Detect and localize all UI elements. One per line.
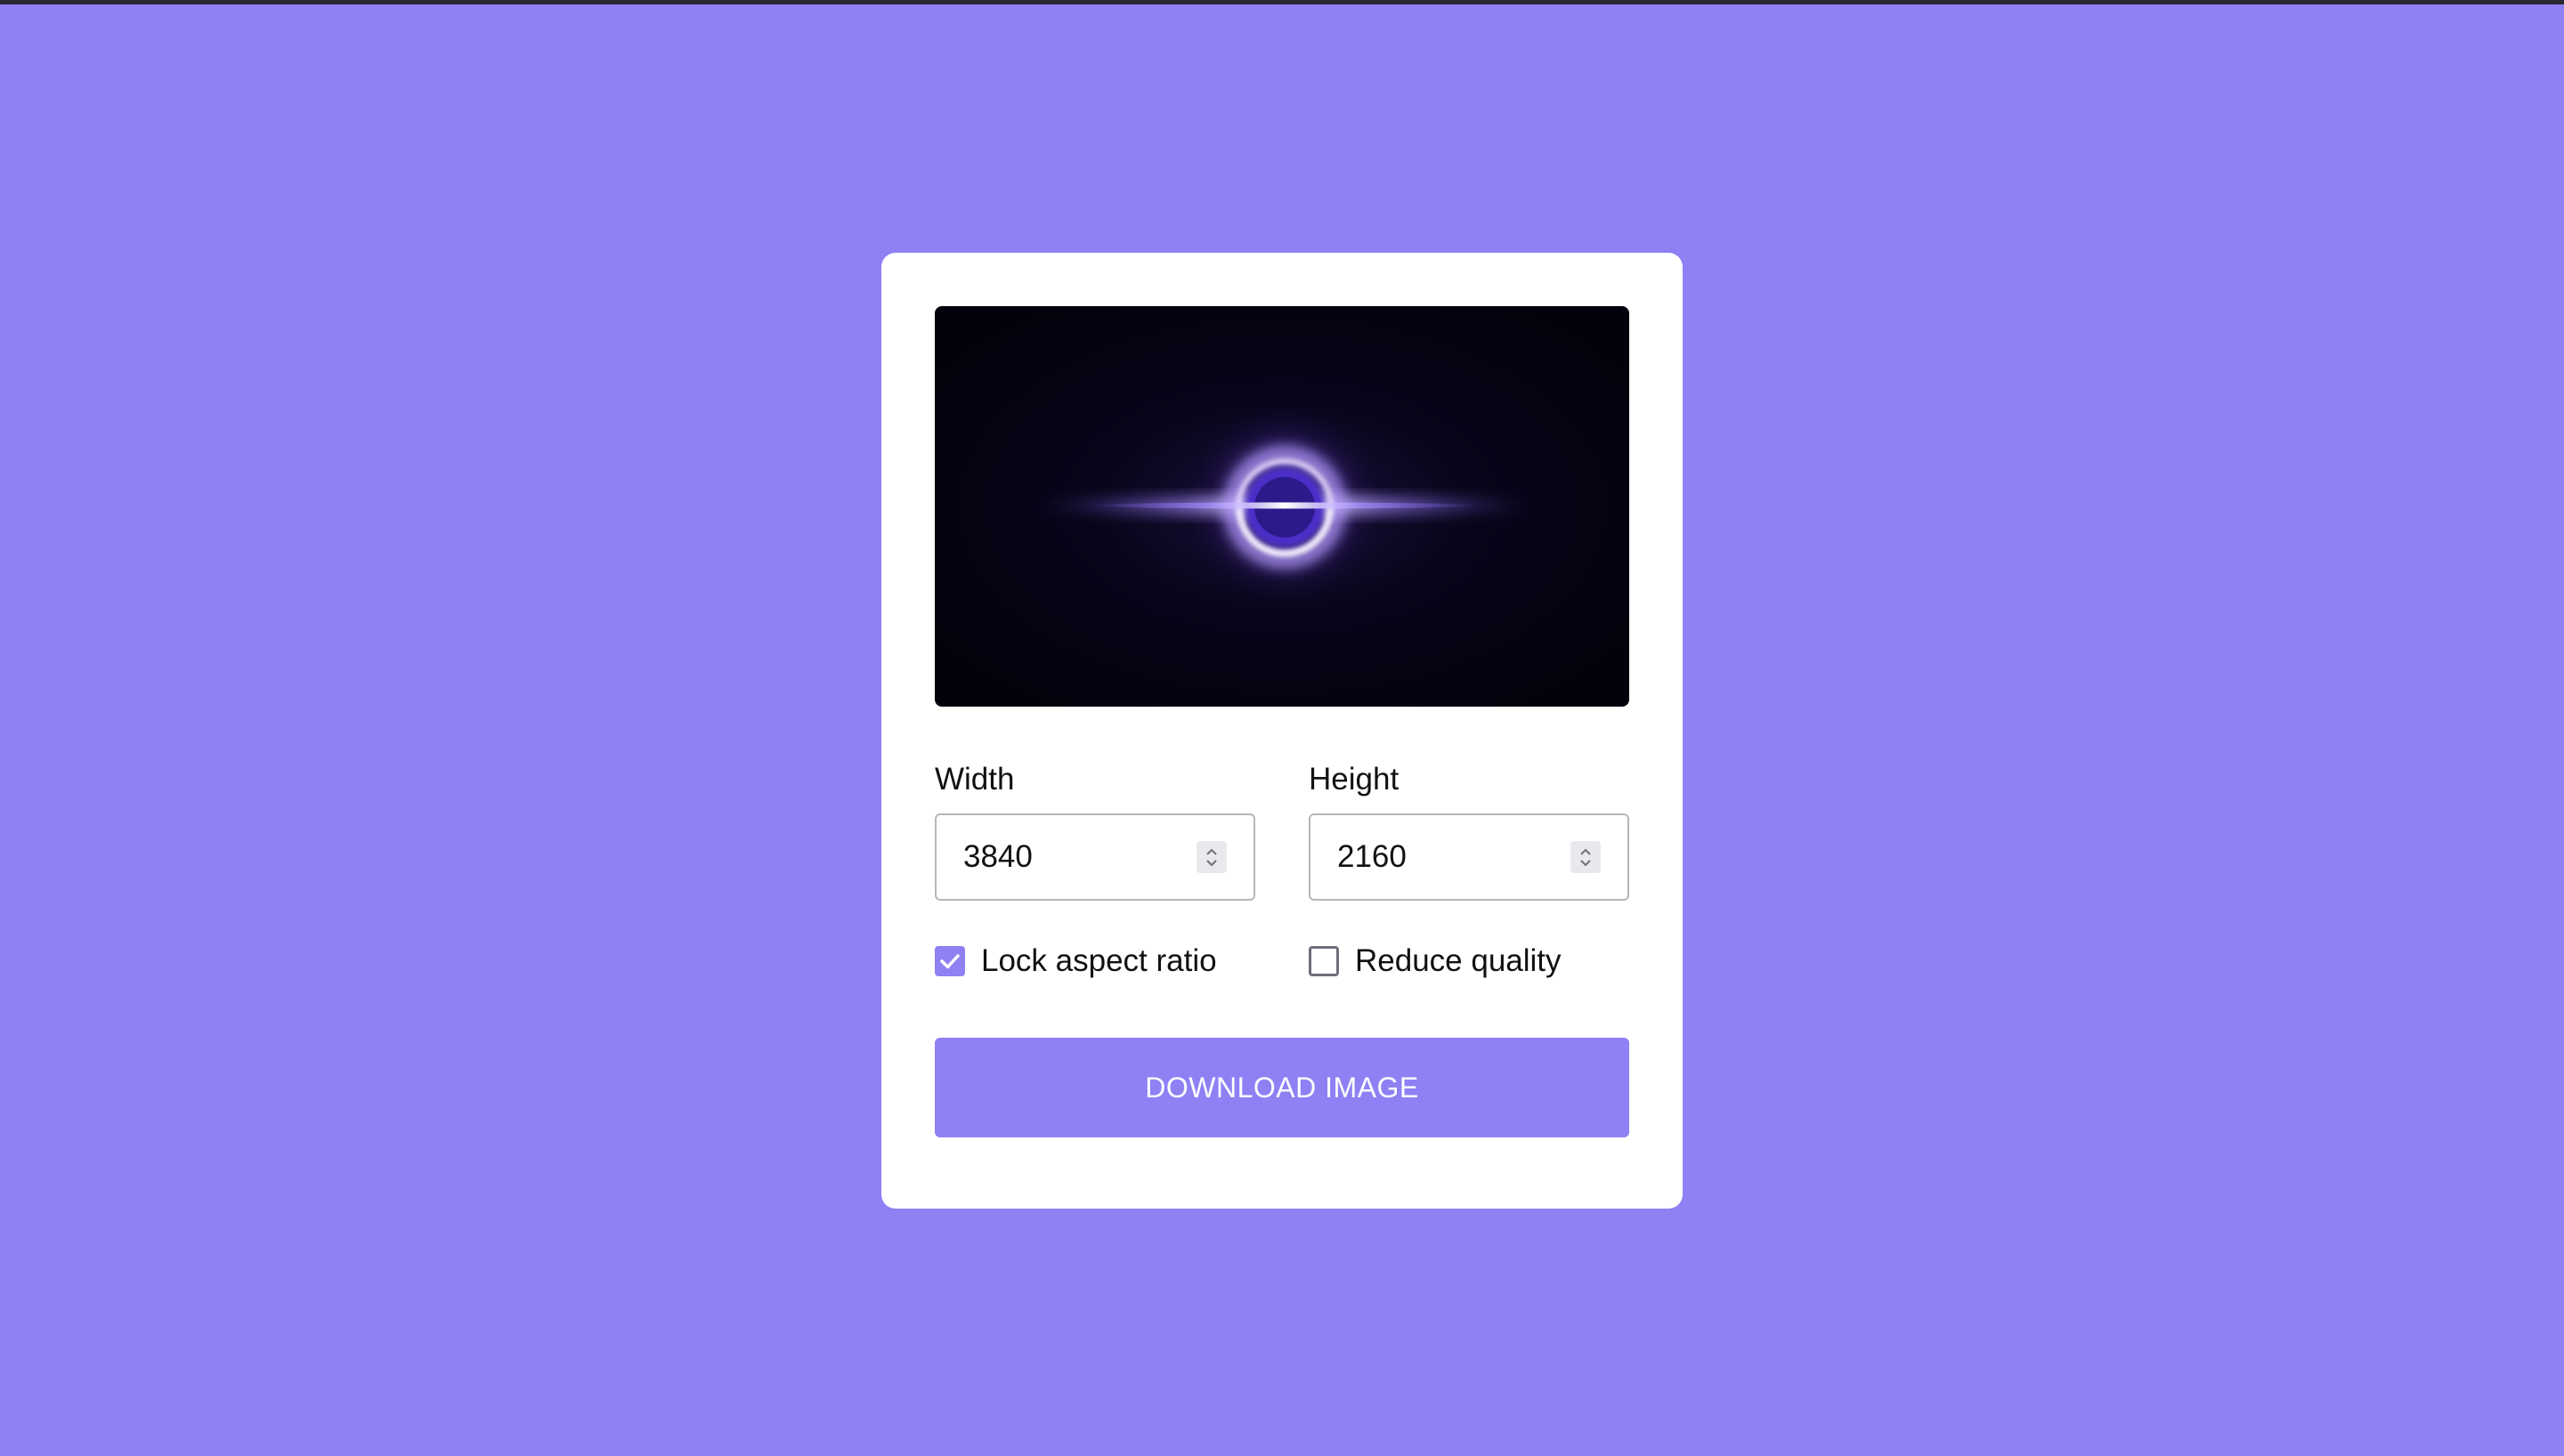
width-label: Width bbox=[935, 762, 1015, 797]
lock-aspect-ratio-option[interactable]: Lock aspect ratio bbox=[935, 940, 1255, 983]
lock-aspect-ratio-label[interactable]: Lock aspect ratio bbox=[981, 943, 1217, 979]
lock-aspect-ratio-checkbox[interactable] bbox=[935, 946, 965, 976]
height-spinner[interactable] bbox=[1570, 841, 1601, 873]
dimension-fields: Width 3840 Height 2160 bbox=[935, 760, 1629, 901]
width-field: Width 3840 bbox=[935, 760, 1255, 901]
height-label: Height bbox=[1309, 762, 1400, 797]
height-input-value: 2160 bbox=[1337, 839, 1407, 874]
width-input-value: 3840 bbox=[963, 839, 1033, 874]
preview-image bbox=[935, 306, 1629, 707]
image-options: Lock aspect ratio Reduce quality bbox=[935, 940, 1629, 983]
reduce-quality-option[interactable]: Reduce quality bbox=[1309, 940, 1629, 983]
checkmark-icon bbox=[940, 954, 960, 969]
spinner-arrows-icon bbox=[1206, 848, 1217, 867]
reduce-quality-label[interactable]: Reduce quality bbox=[1355, 943, 1562, 979]
height-input[interactable]: 2160 bbox=[1309, 813, 1629, 901]
reduce-quality-checkbox[interactable] bbox=[1309, 946, 1339, 976]
browser-top-edge bbox=[0, 0, 2564, 4]
width-spinner[interactable] bbox=[1197, 841, 1227, 873]
height-field: Height 2160 bbox=[1309, 760, 1629, 901]
download-image-button[interactable]: DOWNLOAD IMAGE bbox=[935, 1038, 1629, 1137]
image-resizer-card: Width 3840 Height 2160 Lock aspect ratio… bbox=[881, 253, 1683, 1209]
width-input[interactable]: 3840 bbox=[935, 813, 1255, 901]
spinner-arrows-icon bbox=[1580, 848, 1591, 867]
